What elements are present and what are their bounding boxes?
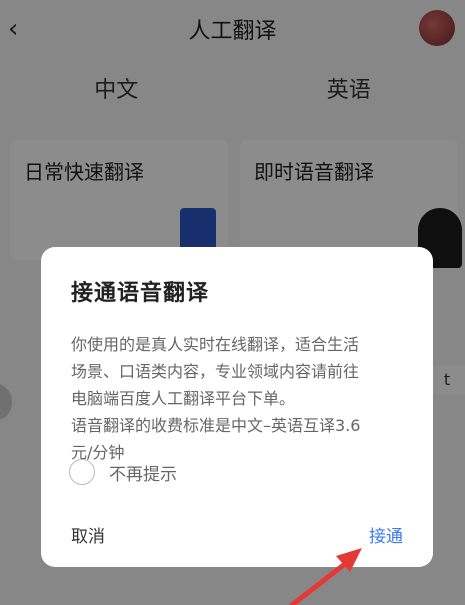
dialog-message-line: 场景、口语类内容，专业领域内容请前往 xyxy=(71,362,360,381)
dialog-message-line: 语音翻译的收费标准是中文–英语互译3.6 xyxy=(71,416,361,435)
dialog-title: 接通语音翻译 xyxy=(71,281,210,306)
dont-remind-radio[interactable] xyxy=(69,459,95,485)
dialog-message: 你使用的是真人实时在线翻译，适合生活 场景、口语类内容，专业领域内容请前往 电脑… xyxy=(71,331,403,466)
dialog-message-line: 你使用的是真人实时在线翻译，适合生活 xyxy=(71,335,360,354)
dont-remind-option[interactable]: 不再提示 xyxy=(69,459,177,485)
dialog-actions: 取消 接通 xyxy=(41,522,433,547)
voice-translation-dialog: 接通语音翻译 你使用的是真人实时在线翻译，适合生活 场景、口语类内容，专业领域内… xyxy=(41,247,433,567)
dialog-message-line: 电脑端百度人工翻译平台下单。 xyxy=(71,389,296,408)
cancel-button[interactable]: 取消 xyxy=(71,522,105,547)
connect-button[interactable]: 接通 xyxy=(369,522,403,547)
dont-remind-label: 不再提示 xyxy=(109,464,177,485)
